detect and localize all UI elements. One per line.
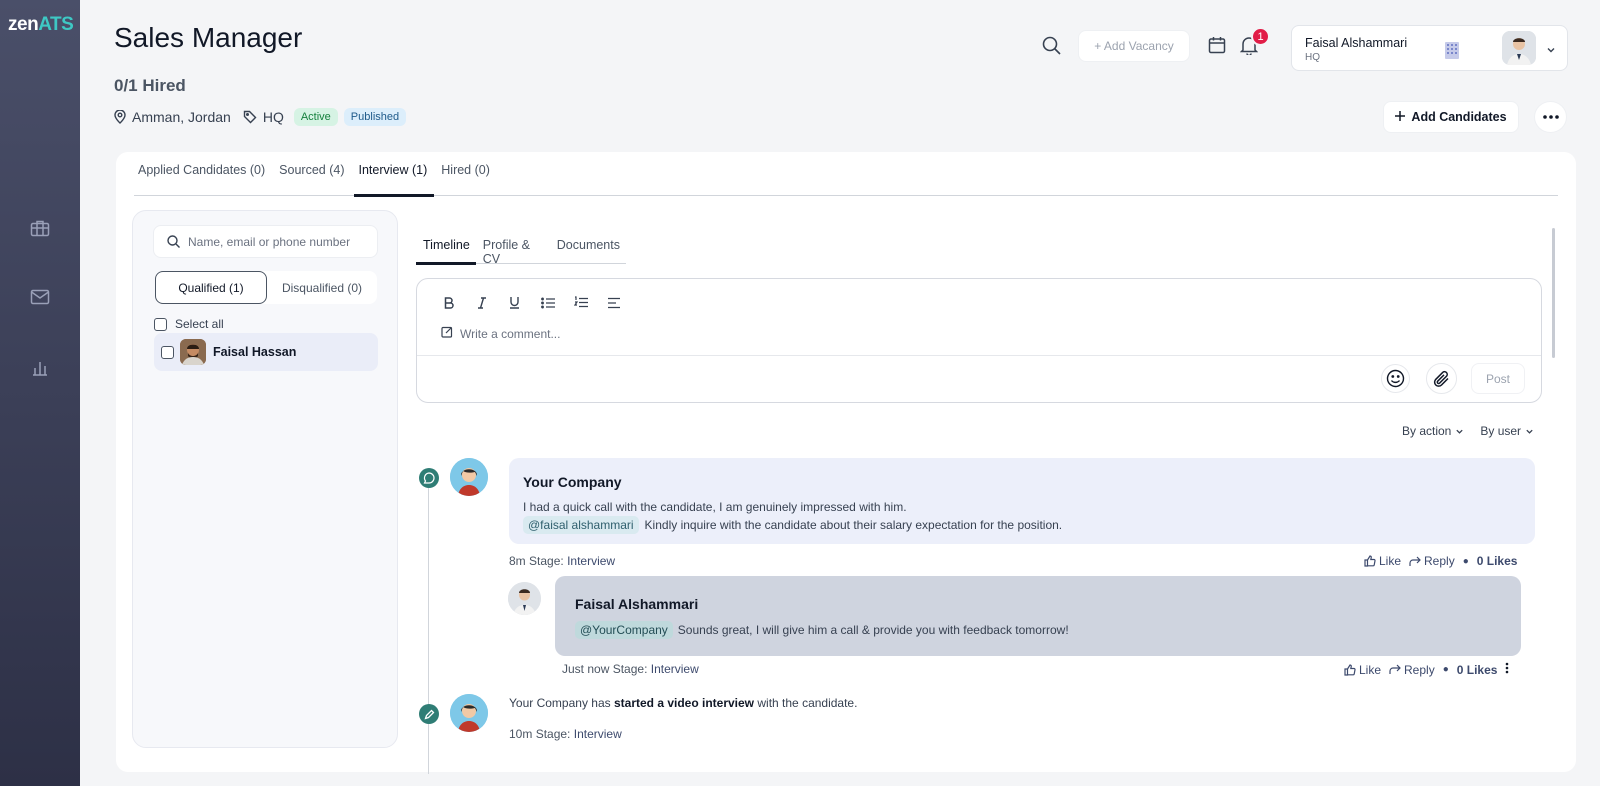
reply-actions: Like Reply ● 0 Likes xyxy=(1344,662,1509,677)
tag-icon xyxy=(243,110,257,124)
reply-author: Faisal Alshammari xyxy=(575,596,699,612)
bold-icon[interactable] xyxy=(441,295,456,310)
tab-sourced[interactable]: Sourced (4) xyxy=(275,152,351,196)
vacancy-meta: Amman, Jordan HQ Active Published xyxy=(114,108,407,126)
search-icon xyxy=(167,235,180,253)
reply-text: Sounds great, I will give him a call & p… xyxy=(677,623,1069,637)
underline-icon[interactable] xyxy=(507,295,522,310)
search-icon[interactable] xyxy=(1042,36,1061,60)
candidate-checkbox[interactable] xyxy=(161,345,174,359)
calendar-icon[interactable] xyxy=(1208,36,1226,59)
app-logo[interactable]: zenATS xyxy=(8,14,74,36)
comment-editor: Write a comment... Post xyxy=(416,278,1542,403)
edit-icon xyxy=(441,326,453,341)
avatar xyxy=(450,694,488,732)
tab-applied[interactable]: Applied Candidates (0) xyxy=(134,152,272,196)
reply-button[interactable]: Reply xyxy=(1409,554,1455,568)
briefcase-icon[interactable] xyxy=(28,216,52,240)
mail-icon[interactable] xyxy=(28,285,52,309)
notification-count-badge: 1 xyxy=(1251,27,1270,46)
avatar xyxy=(450,458,488,496)
numbered-list-icon[interactable] xyxy=(573,295,588,310)
mention-tag[interactable]: @YourCompany xyxy=(575,621,673,639)
candidate-search xyxy=(153,225,378,258)
comment-text: Kindly inquire with the candidate about … xyxy=(644,518,1063,532)
user-menu[interactable]: Faisal Alshammari HQ xyxy=(1291,25,1568,71)
chart-icon[interactable] xyxy=(28,356,52,380)
tab-profile-cv[interactable]: Profile & CV xyxy=(476,234,550,266)
timeline-event: Your Company has started a video intervi… xyxy=(509,696,858,710)
avatar xyxy=(508,582,541,615)
comment-text: I had a quick call with the candidate, I… xyxy=(523,500,907,514)
building-icon xyxy=(1442,40,1462,65)
status-badge-active: Active xyxy=(293,108,338,126)
post-button[interactable]: Post xyxy=(1471,363,1525,394)
qualification-toggle: Qualified (1) Disqualified (0) xyxy=(155,271,377,304)
select-all-checkbox[interactable] xyxy=(154,317,167,331)
tab-interview[interactable]: Interview (1) xyxy=(354,152,435,197)
plus-icon xyxy=(1395,110,1406,124)
comment-icon xyxy=(419,468,439,488)
tab-timeline[interactable]: Timeline xyxy=(416,234,476,265)
timeline-line xyxy=(428,484,429,774)
filter-by-user[interactable]: By user xyxy=(1480,424,1534,438)
like-button[interactable]: Like xyxy=(1344,663,1381,677)
mention-tag[interactable]: @faisal alshammari xyxy=(523,516,639,534)
disqualified-tab[interactable]: Disqualified (0) xyxy=(267,271,377,304)
reply-bubble: Faisal Alshammari @YourCompany Sounds gr… xyxy=(555,576,1521,656)
comment-input[interactable]: Write a comment... xyxy=(441,326,560,341)
candidate-list-panel: Qualified (1) Disqualified (0) Select al… xyxy=(132,210,398,748)
tag-text: HQ xyxy=(262,109,284,125)
select-all[interactable]: Select all xyxy=(154,317,224,331)
event-meta: 10m Stage: Interview xyxy=(509,727,622,741)
filter-by-action[interactable]: By action xyxy=(1402,424,1464,438)
page-title: Sales Manager xyxy=(114,22,303,53)
align-left-icon[interactable] xyxy=(606,295,621,310)
scrollbar[interactable] xyxy=(1552,228,1555,358)
pencil-icon xyxy=(419,704,439,724)
avatar xyxy=(180,339,206,365)
formatting-toolbar xyxy=(441,295,621,310)
candidate-detail-tabs: Timeline Profile & CV Documents xyxy=(416,234,626,266)
user-name: Faisal Alshammari xyxy=(1305,36,1408,50)
comment-bubble: Your Company I had a quick call with the… xyxy=(509,458,1535,544)
location-text: Amman, Jordan xyxy=(132,109,231,125)
stage-tabs: Applied Candidates (0) Sourced (4) Inter… xyxy=(134,152,1558,197)
qualified-tab[interactable]: Qualified (1) xyxy=(155,271,267,304)
timeline-filters: By action By user xyxy=(1402,424,1534,438)
reply-button[interactable]: Reply xyxy=(1389,663,1435,677)
list-item[interactable]: Faisal Hassan xyxy=(154,333,378,371)
tab-hired[interactable]: Hired (0) xyxy=(437,152,497,196)
likes-count: 0 Likes xyxy=(1456,662,1498,677)
more-vertical-icon[interactable] xyxy=(1505,662,1509,677)
user-org: HQ xyxy=(1305,52,1320,63)
attachment-icon[interactable] xyxy=(1426,363,1457,394)
like-button[interactable]: Like xyxy=(1364,554,1401,568)
likes-count: 0 Likes xyxy=(1476,554,1518,568)
italic-icon[interactable] xyxy=(474,295,489,310)
reply-meta: Just now Stage: Interview xyxy=(562,662,699,676)
search-input[interactable] xyxy=(188,233,368,251)
add-vacancy-button[interactable]: + Add Vacancy xyxy=(1078,30,1190,62)
pipeline-card: Applied Candidates (0) Sourced (4) Inter… xyxy=(116,152,1576,774)
divider xyxy=(417,355,1541,356)
avatar xyxy=(1502,31,1536,65)
status-badge-published: Published xyxy=(343,108,407,126)
location-icon xyxy=(114,110,126,124)
comment-author: Your Company xyxy=(523,474,622,490)
comment-actions: Like Reply ● 0 Likes xyxy=(1364,554,1517,568)
hired-count: 0/1 Hired xyxy=(114,76,186,95)
more-options-button[interactable] xyxy=(1534,101,1567,133)
bullet-list-icon[interactable] xyxy=(540,295,555,310)
tab-documents[interactable]: Documents xyxy=(550,234,626,263)
candidate-name: Faisal Hassan xyxy=(213,345,297,359)
emoji-icon[interactable] xyxy=(1381,364,1410,393)
add-candidates-button[interactable]: Add Candidates xyxy=(1383,101,1519,133)
sidebar: zenATS xyxy=(0,0,80,786)
chevron-down-icon[interactable] xyxy=(1546,42,1556,60)
main-area: Sales Manager 0/1 Hired Amman, Jordan HQ… xyxy=(80,0,1600,786)
comment-meta: 8m Stage: Interview xyxy=(509,554,616,568)
